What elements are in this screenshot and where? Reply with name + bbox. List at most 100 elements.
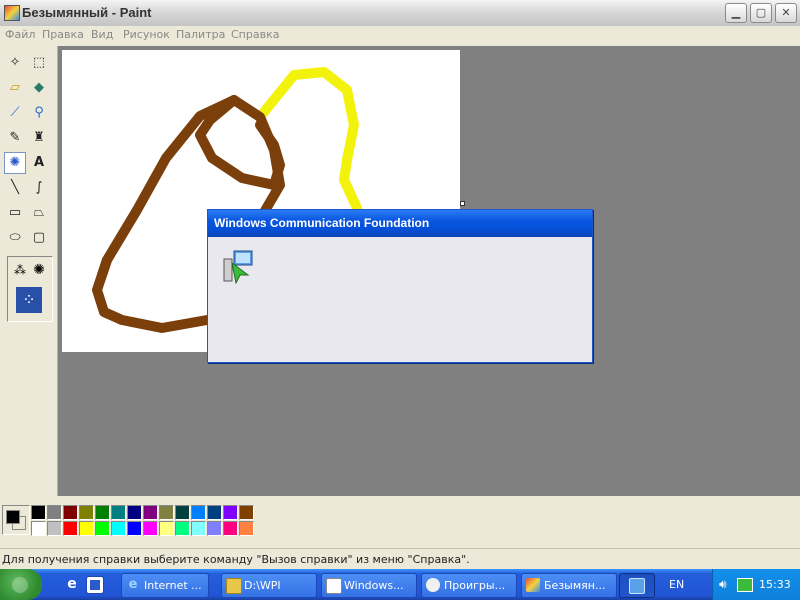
dialog-title-bar[interactable]: Windows Communication Foundation [208,210,592,237]
taskbar-button-installer[interactable] [619,573,655,598]
network-icon[interactable] [737,578,753,592]
palette-color-swatch[interactable] [95,521,110,536]
magnifier-tool[interactable]: ⚲ [28,102,50,124]
internet-explorer-icon[interactable]: e [64,576,80,592]
resize-handle-right[interactable] [460,201,465,206]
palette-color-swatch[interactable] [159,505,174,520]
clock: 15:33 [759,578,791,591]
media-icon [426,578,440,592]
menu-view[interactable]: Вид [91,28,113,41]
paint-icon[interactable] [4,5,20,21]
magnifier-icon: ⚲ [34,105,44,120]
palette-color-swatch[interactable] [175,521,190,536]
paint-icon [526,578,540,592]
language-indicator[interactable]: EN [669,578,684,591]
palette-color-swatch[interactable] [191,521,206,536]
palette-color-swatch[interactable] [207,505,222,520]
menu-colors[interactable]: Палитра [176,28,225,41]
setup-computer-icon [223,250,253,285]
installer-icon [629,578,645,594]
taskbar-button-paint[interactable]: Безымян... [521,573,617,598]
palette-color-swatch[interactable] [207,521,222,536]
window-icon [326,578,342,594]
start-icon [12,577,28,593]
taskbar-button-wpi[interactable]: D:\WPI [221,573,317,598]
palette-color-swatch[interactable] [223,521,238,536]
spray-large-option[interactable]: ⁘ [16,287,42,313]
dialog-body [208,237,592,362]
menu-help[interactable]: Справка [231,28,279,41]
palette-color-swatch[interactable] [31,521,46,536]
polygon-tool[interactable]: ⏢ [28,202,50,224]
eraser-tool[interactable]: ▱ [4,77,26,99]
text-icon: A [33,155,45,170]
polygon-icon: ⏢ [33,205,45,220]
wcf-dialog[interactable]: Windows Communication Foundation [207,209,593,363]
palette-color-swatch[interactable] [191,505,206,520]
palette-color-swatch[interactable] [111,521,126,536]
color-picker-tool[interactable]: ⟋ [4,102,26,124]
rounded-rectangle-tool[interactable]: ▢ [28,227,50,249]
spray-small-option[interactable]: ⁂ [11,261,29,279]
spray-medium-option[interactable]: ✺ [30,261,48,279]
close-button[interactable]: ✕ [775,3,797,23]
palette-color-swatch[interactable] [175,505,190,520]
eraser-icon: ▱ [10,80,20,95]
rect-select-tool[interactable]: ⬚ [28,52,50,74]
title-bar: Безымянный - Paint ▁ ▢ ✕ [0,0,800,27]
airbrush-tool[interactable]: ✺ [4,152,26,174]
palette-color-swatch[interactable] [31,505,46,520]
taskbar-button-internet[interactable]: e Internet ... [121,573,209,598]
fill-tool[interactable]: ◆ [28,77,50,99]
maximize-button[interactable]: ▢ [750,3,772,23]
toolbox: ✧ ⬚ ▱ ◆ ⟋ ⚲ ✎ ♜ ✺ A ╲ ∫ ▭ ⏢ ⬭ ▢ ⁂ ✺ ⁘ [0,46,58,496]
ellipse-tool[interactable]: ⬭ [4,227,26,249]
rectangle-icon: ▭ [8,205,22,220]
menu-image[interactable]: Рисунок [123,28,170,41]
brown-stroke-left [97,255,112,280]
start-button[interactable] [0,569,42,600]
palette-color-swatch[interactable] [111,505,126,520]
taskbar-button-player[interactable]: Проигры... [421,573,517,598]
pencil-icon: ✎ [9,130,21,145]
tool-options: ⁂ ✺ ⁘ [7,256,53,322]
pencil-tool[interactable]: ✎ [4,127,26,149]
ellipse-icon: ⬭ [9,230,21,245]
color-palette [0,497,800,547]
rectangle-tool[interactable]: ▭ [4,202,26,224]
palette-color-swatch[interactable] [95,505,110,520]
curve-tool[interactable]: ∫ [28,177,50,199]
palette-color-swatch[interactable] [143,521,158,536]
brush-tool[interactable]: ♜ [28,127,50,149]
palette-color-swatch[interactable] [127,521,142,536]
current-colors [2,505,30,535]
menu-file[interactable]: Файл [5,28,35,41]
palette-color-swatch[interactable] [223,505,238,520]
palette-color-swatch[interactable] [79,505,94,520]
close-icon: ✕ [781,6,791,19]
palette-color-swatch[interactable] [159,521,174,536]
volume-icon[interactable]: 🔊︎ [719,577,727,592]
palette-color-swatch[interactable] [63,521,78,536]
taskbar-button-windows[interactable]: Windows... [321,573,417,598]
free-select-tool[interactable]: ✧ [4,52,26,74]
palette-color-swatch[interactable] [47,521,62,536]
palette-color-swatch[interactable] [239,505,254,520]
folder-icon [226,578,242,594]
color-picker-icon: ⟋ [10,105,20,120]
ie-icon: e [128,577,138,592]
minimize-button[interactable]: ▁ [725,3,747,23]
palette-color-swatch[interactable] [47,505,62,520]
text-tool[interactable]: A [28,152,50,174]
palette-color-swatch[interactable] [127,505,142,520]
palette-color-swatch[interactable] [79,521,94,536]
rounded-rectangle-icon: ▢ [32,230,46,245]
menu-edit[interactable]: Правка [42,28,84,41]
palette-color-swatch[interactable] [239,521,254,536]
palette-color-swatch[interactable] [63,505,78,520]
line-tool[interactable]: ╲ [4,177,26,199]
palette-color-swatch[interactable] [143,505,158,520]
maximize-icon: ▢ [755,6,767,19]
show-desktop-icon[interactable] [86,576,104,594]
system-tray: EN 🔊︎ 15:33 [669,569,800,600]
